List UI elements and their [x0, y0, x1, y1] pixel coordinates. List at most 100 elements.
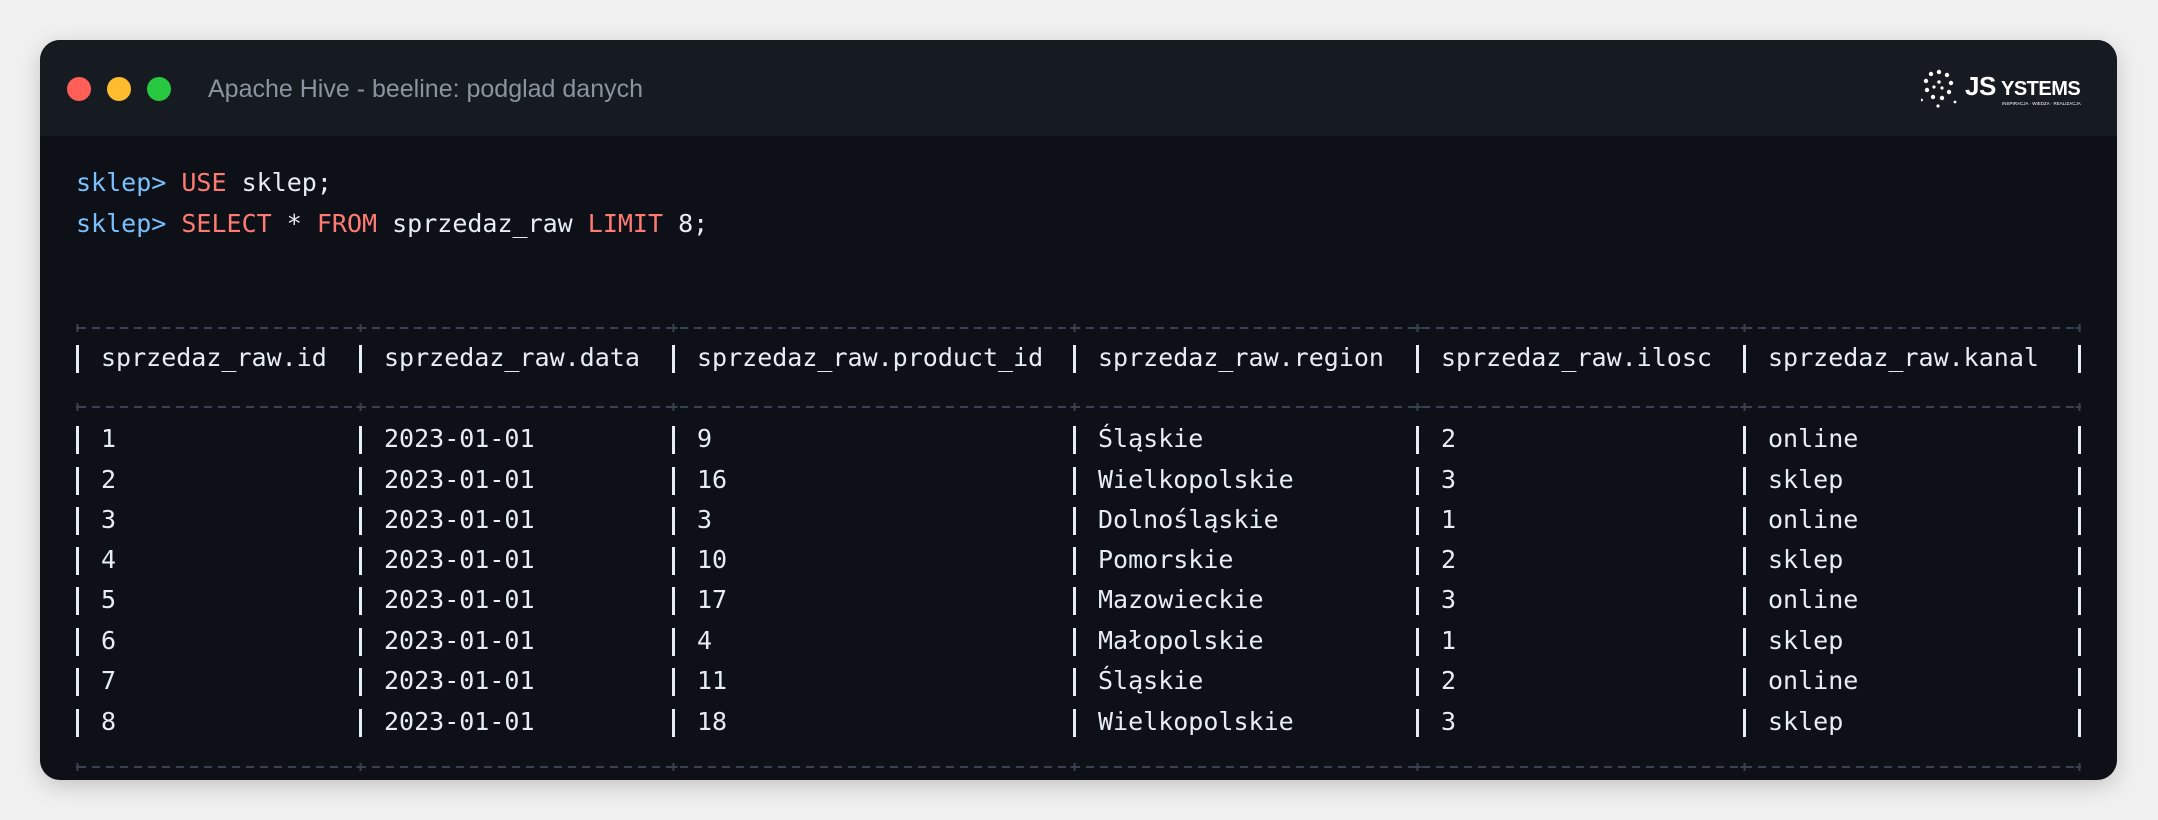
table-cell: sklep	[1768, 465, 1844, 494]
column-divider	[76, 668, 79, 696]
column-divider	[76, 426, 79, 454]
column-divider	[359, 507, 362, 535]
prompt-label: sklep>	[76, 209, 167, 238]
column-divider	[1416, 547, 1419, 575]
column-divider	[672, 547, 675, 575]
column-divider	[1743, 628, 1746, 656]
column-divider	[672, 709, 675, 737]
table-cell: 2023-01-01	[384, 626, 535, 655]
table-cell: sklep	[1768, 626, 1844, 655]
table-cell: 2023-01-01	[384, 707, 535, 736]
column-divider	[2078, 628, 2081, 656]
column-divider	[1073, 668, 1076, 696]
column-divider	[76, 467, 79, 495]
table-cell: sklep	[1768, 545, 1844, 574]
column-divider	[2078, 587, 2081, 615]
column-divider	[1073, 547, 1076, 575]
column-divider	[672, 668, 675, 696]
svg-text:INSPIRACJA · WIEDZA · REALIZAC: INSPIRACJA · WIEDZA · REALIZACJA	[2002, 101, 2081, 106]
column-divider	[2078, 668, 2081, 696]
table-cell: 3	[697, 505, 713, 534]
column-divider	[1073, 709, 1076, 737]
column-divider	[2078, 426, 2081, 454]
column-divider	[1416, 709, 1419, 737]
table-cell: 2023-01-01	[384, 465, 535, 494]
terminal-output: sklep> USE sklep; sklep> SELECT * FROM sp…	[76, 166, 2087, 771]
table-cell: 2	[1441, 545, 1457, 574]
table-cell: 11	[697, 666, 728, 695]
table-cell: Śląskie	[1098, 424, 1204, 453]
column-divider	[359, 547, 362, 575]
terminal-window: Apache Hive - beeline: podglad danych JS…	[40, 40, 2117, 780]
table-cell: 4	[697, 626, 713, 655]
column-header: sprzedaz_raw.data	[384, 343, 640, 372]
column-divider	[672, 587, 675, 615]
table-cell: 6	[101, 626, 117, 655]
table-cell: 1	[1441, 626, 1457, 655]
table-separator	[76, 321, 2081, 335]
table-separator	[76, 400, 2081, 414]
svg-text:YSTEMS: YSTEMS	[2001, 78, 2080, 100]
column-divider	[76, 587, 79, 615]
column-divider	[359, 628, 362, 656]
table-cell: 10	[697, 545, 728, 574]
table-cell: online	[1768, 666, 1859, 695]
column-divider	[2078, 467, 2081, 495]
column-divider	[1743, 709, 1746, 737]
prompt-label: sklep>	[76, 168, 167, 197]
table-row: 3 2023-01-01 3 Dolnośląskie 1 online	[76, 503, 2081, 537]
column-divider	[1416, 587, 1419, 615]
column-divider	[76, 628, 79, 656]
table-row: 1 2023-01-01 9 Śląskie 2 online	[76, 422, 2081, 456]
table-row: 5 2023-01-01 17 Mazowieckie 3 online	[76, 583, 2081, 617]
close-window-button[interactable]	[67, 77, 91, 101]
column-divider	[672, 345, 675, 373]
table-cell: 3	[1441, 707, 1457, 736]
column-divider	[1073, 628, 1076, 656]
column-divider	[359, 345, 362, 373]
column-divider	[1416, 467, 1419, 495]
command-line: sklep> USE sklep;	[76, 166, 332, 200]
column-divider	[1073, 587, 1076, 615]
maximize-window-button[interactable]	[147, 77, 171, 101]
column-divider	[1743, 587, 1746, 615]
column-divider	[2078, 709, 2081, 737]
table-cell: 4	[101, 545, 117, 574]
column-divider	[76, 507, 79, 535]
column-divider	[2078, 547, 2081, 575]
table-cell: 2023-01-01	[384, 666, 535, 695]
column-divider	[1416, 668, 1419, 696]
column-divider	[359, 467, 362, 495]
column-divider	[1743, 668, 1746, 696]
table-row: 2 2023-01-01 16 Wielkopolskie 3 sklep	[76, 463, 2081, 497]
window-title: Apache Hive - beeline: podglad danych	[208, 75, 644, 103]
column-divider	[1743, 467, 1746, 495]
table-header-row: sprzedaz_raw.id sprzedaz_raw.data sprzedaz…	[76, 341, 2081, 375]
column-divider	[672, 426, 675, 454]
table-cell: Pomorskie	[1098, 545, 1234, 574]
table-cell: Śląskie	[1098, 666, 1204, 695]
column-divider	[672, 628, 675, 656]
table-cell: 2023-01-01	[384, 585, 535, 614]
sql-text: 8;	[663, 209, 709, 238]
column-divider	[2078, 507, 2081, 535]
table-cell: 1	[101, 424, 117, 453]
column-divider	[1416, 628, 1419, 656]
table-cell: 7	[101, 666, 117, 695]
svg-text:JS: JS	[1965, 71, 1996, 101]
column-divider	[1416, 426, 1419, 454]
column-divider	[1743, 507, 1746, 535]
column-divider	[672, 507, 675, 535]
minimize-window-button[interactable]	[107, 77, 131, 101]
sql-text: sklep;	[226, 168, 332, 197]
table-cell: 3	[1441, 465, 1457, 494]
command-line: sklep> SELECT * FROM sprzedaz_raw LIMIT …	[76, 207, 708, 241]
table-cell: 8	[101, 707, 117, 736]
column-divider	[359, 709, 362, 737]
sql-text: sprzedaz_raw	[377, 209, 588, 238]
table-cell: 2023-01-01	[384, 545, 535, 574]
table-separator	[76, 760, 2081, 774]
table-cell: Wielkopolskie	[1098, 707, 1294, 736]
column-divider	[359, 587, 362, 615]
column-divider	[1416, 345, 1419, 373]
